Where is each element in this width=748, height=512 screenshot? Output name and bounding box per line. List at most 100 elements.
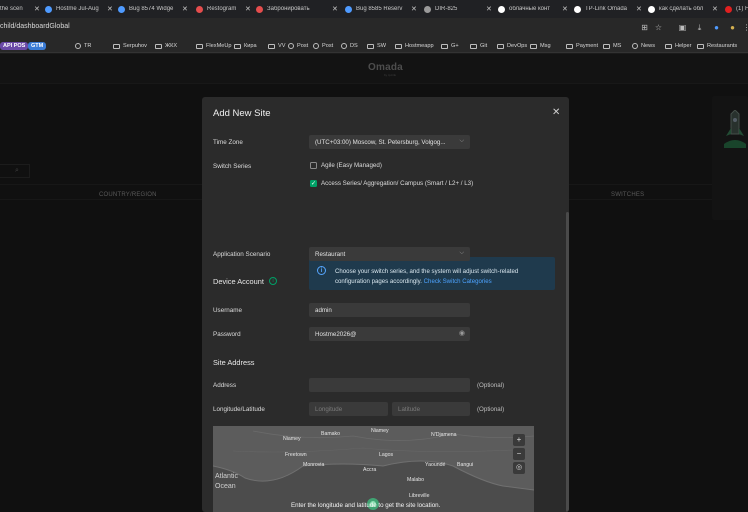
- bookmark-label: GTM: [28, 42, 47, 50]
- folder-icon: [395, 43, 402, 49]
- latitude-input[interactable]: Latitude: [392, 402, 470, 416]
- google-icon: [498, 5, 505, 13]
- browser-tab[interactable]: Restogram ✕: [196, 0, 251, 18]
- tab-title: the scen: [0, 6, 23, 12]
- bookmark-item[interactable]: MS: [603, 41, 621, 51]
- close-tab-icon[interactable]: ✕: [332, 5, 338, 13]
- bookmark-item[interactable]: Payment: [566, 41, 598, 51]
- bookmark-item[interactable]: G+: [441, 41, 459, 51]
- close-tab-icon[interactable]: ✕: [107, 5, 113, 13]
- browser-tab[interactable]: TP-Link Omada ✕: [574, 0, 642, 18]
- map-place-label: Bangui: [457, 462, 474, 468]
- browser-tab[interactable]: облачные конт ✕: [498, 0, 568, 18]
- address-bar[interactable]: child/dashboardGlobal ⊞ ☆ ▣ ⤓ ● ● ⋮: [0, 18, 748, 38]
- downloads-icon[interactable]: ⤓: [695, 23, 704, 32]
- browser-tab[interactable]: (1) H: [725, 0, 748, 18]
- browser-tab[interactable]: Bug 8574 Widge ✕: [118, 0, 188, 18]
- map-place-label: Freetown: [285, 452, 307, 458]
- extension-icon[interactable]: ●: [728, 23, 737, 32]
- bookmark-item[interactable]: GTM: [28, 41, 47, 51]
- check-switch-categories-link[interactable]: Check Switch Categories: [424, 278, 492, 285]
- close-tab-icon[interactable]: ✕: [182, 5, 188, 13]
- browser-tab[interactable]: Bug 8585 Reserv ✕: [345, 0, 417, 18]
- bookmark-item[interactable]: DevOps: [497, 41, 527, 51]
- translate-icon[interactable]: ⊞: [640, 23, 649, 32]
- access-series-label: Access Series/ Aggregation/ Campus (Smar…: [321, 180, 474, 187]
- close-tab-icon[interactable]: ✕: [245, 5, 251, 13]
- url-text[interactable]: child/dashboardGlobal: [0, 23, 70, 30]
- map-place-label: Niamey: [283, 436, 301, 442]
- tab-title: Hostme Jul-Aug: [56, 6, 99, 12]
- zoom-in-icon[interactable]: +: [513, 434, 525, 446]
- show-password-eye-icon[interactable]: ◉: [459, 329, 465, 337]
- map-ocean-label: Atlantic Ocean: [215, 473, 238, 490]
- folder-icon: [196, 43, 203, 49]
- access-series-checkbox[interactable]: ✓: [310, 180, 317, 187]
- bookmark-label: G+: [451, 43, 459, 49]
- bookmark-item[interactable]: Post: [288, 41, 308, 51]
- bookmark-item[interactable]: Post: [313, 41, 333, 51]
- browser-tab[interactable]: the scen ✕: [0, 0, 40, 18]
- application-scenario-select[interactable]: Restaurant ⌵: [309, 247, 470, 261]
- bookmark-item[interactable]: FlexMeUp: [196, 41, 232, 51]
- extension-icon[interactable]: ▣: [678, 23, 687, 32]
- tab-title: (1) H: [736, 6, 748, 12]
- time-zone-select[interactable]: (UTC+03:00) Moscow, St. Petersburg, Volg…: [309, 135, 470, 149]
- agile-checkbox-option[interactable]: Agile (Easy Managed): [310, 162, 382, 169]
- password-input[interactable]: Hostme2026@ ◉: [309, 327, 470, 341]
- folder-icon: [530, 43, 537, 49]
- bookmark-item[interactable]: Serpuhov: [113, 41, 147, 51]
- menu-icon[interactable]: ⋮: [742, 23, 748, 32]
- browser-tab[interactable]: как сделать обл ✕: [648, 0, 718, 18]
- profile-icon[interactable]: ●: [712, 23, 721, 32]
- browser-tab[interactable]: DIR-825 ✕: [424, 0, 492, 18]
- info-circle-icon[interactable]: i: [269, 277, 277, 285]
- longitude-input[interactable]: Longitude: [309, 402, 388, 416]
- bookmark-label: Payment: [576, 43, 599, 49]
- bookmark-star-icon[interactable]: ☆: [654, 23, 663, 32]
- bookmark-item[interactable]: News: [632, 41, 655, 51]
- bookmark-item[interactable]: Msg: [530, 41, 551, 51]
- close-tab-icon[interactable]: ✕: [712, 5, 718, 13]
- browser-tab[interactable]: Hostme Jul-Aug ✕: [45, 0, 113, 18]
- zoom-out-icon[interactable]: −: [513, 448, 525, 460]
- longitude-latitude-label: Longitude/Latitude: [213, 406, 265, 413]
- browser-tab[interactable]: Забронировать ✕: [256, 0, 338, 18]
- bookmark-item[interactable]: Restaurants: [697, 41, 737, 51]
- bookmark-item[interactable]: DS: [341, 41, 358, 51]
- bookmark-item[interactable]: ЖКХ: [155, 41, 177, 51]
- site-location-map[interactable]: Niamey Niamey Bamako N'Djamena Freetown …: [213, 426, 534, 512]
- folder-icon: [155, 43, 162, 49]
- close-tab-icon[interactable]: ✕: [562, 5, 568, 13]
- address-input[interactable]: [309, 378, 470, 392]
- bookmark-item[interactable]: VV: [268, 41, 285, 51]
- tab-title: TP-Link Omada: [585, 6, 628, 12]
- tab-title: Забронировать: [267, 6, 310, 12]
- bookmark-label: Restaurants: [707, 43, 738, 49]
- close-tab-icon[interactable]: ✕: [486, 5, 492, 13]
- bookmark-item[interactable]: Helper: [665, 41, 691, 51]
- bookmark-item[interactable]: Git: [470, 41, 487, 51]
- map-place-label: Accra: [363, 467, 377, 473]
- close-tab-icon[interactable]: ✕: [411, 5, 417, 13]
- bookmark-item[interactable]: API POS: [0, 41, 29, 51]
- azure-icon: [345, 5, 352, 13]
- locate-icon[interactable]: ◎: [513, 462, 525, 474]
- tab-title: Bug 8574 Widge: [129, 6, 174, 12]
- close-icon[interactable]: ✕: [552, 107, 560, 118]
- info-icon: i: [317, 266, 326, 275]
- close-tab-icon[interactable]: ✕: [34, 5, 40, 13]
- access-series-checkbox-option[interactable]: ✓ Access Series/ Aggregation/ Campus (Sm…: [310, 180, 473, 187]
- folder-icon: [367, 43, 374, 49]
- dialog-scrollbar[interactable]: [566, 212, 569, 512]
- bookmark-item[interactable]: TR: [75, 41, 91, 51]
- bookmark-label: SW: [377, 43, 387, 49]
- bookmark-item[interactable]: Hostmeapp: [395, 41, 434, 51]
- username-input[interactable]: admin: [309, 303, 470, 317]
- agile-checkbox[interactable]: [310, 162, 317, 169]
- bookmark-item[interactable]: Кира: [234, 41, 257, 51]
- bookmark-item[interactable]: SW: [367, 41, 386, 51]
- bookmark-label: Helper: [675, 43, 692, 49]
- time-zone-label: Time Zone: [213, 139, 243, 146]
- close-tab-icon[interactable]: ✕: [636, 5, 642, 13]
